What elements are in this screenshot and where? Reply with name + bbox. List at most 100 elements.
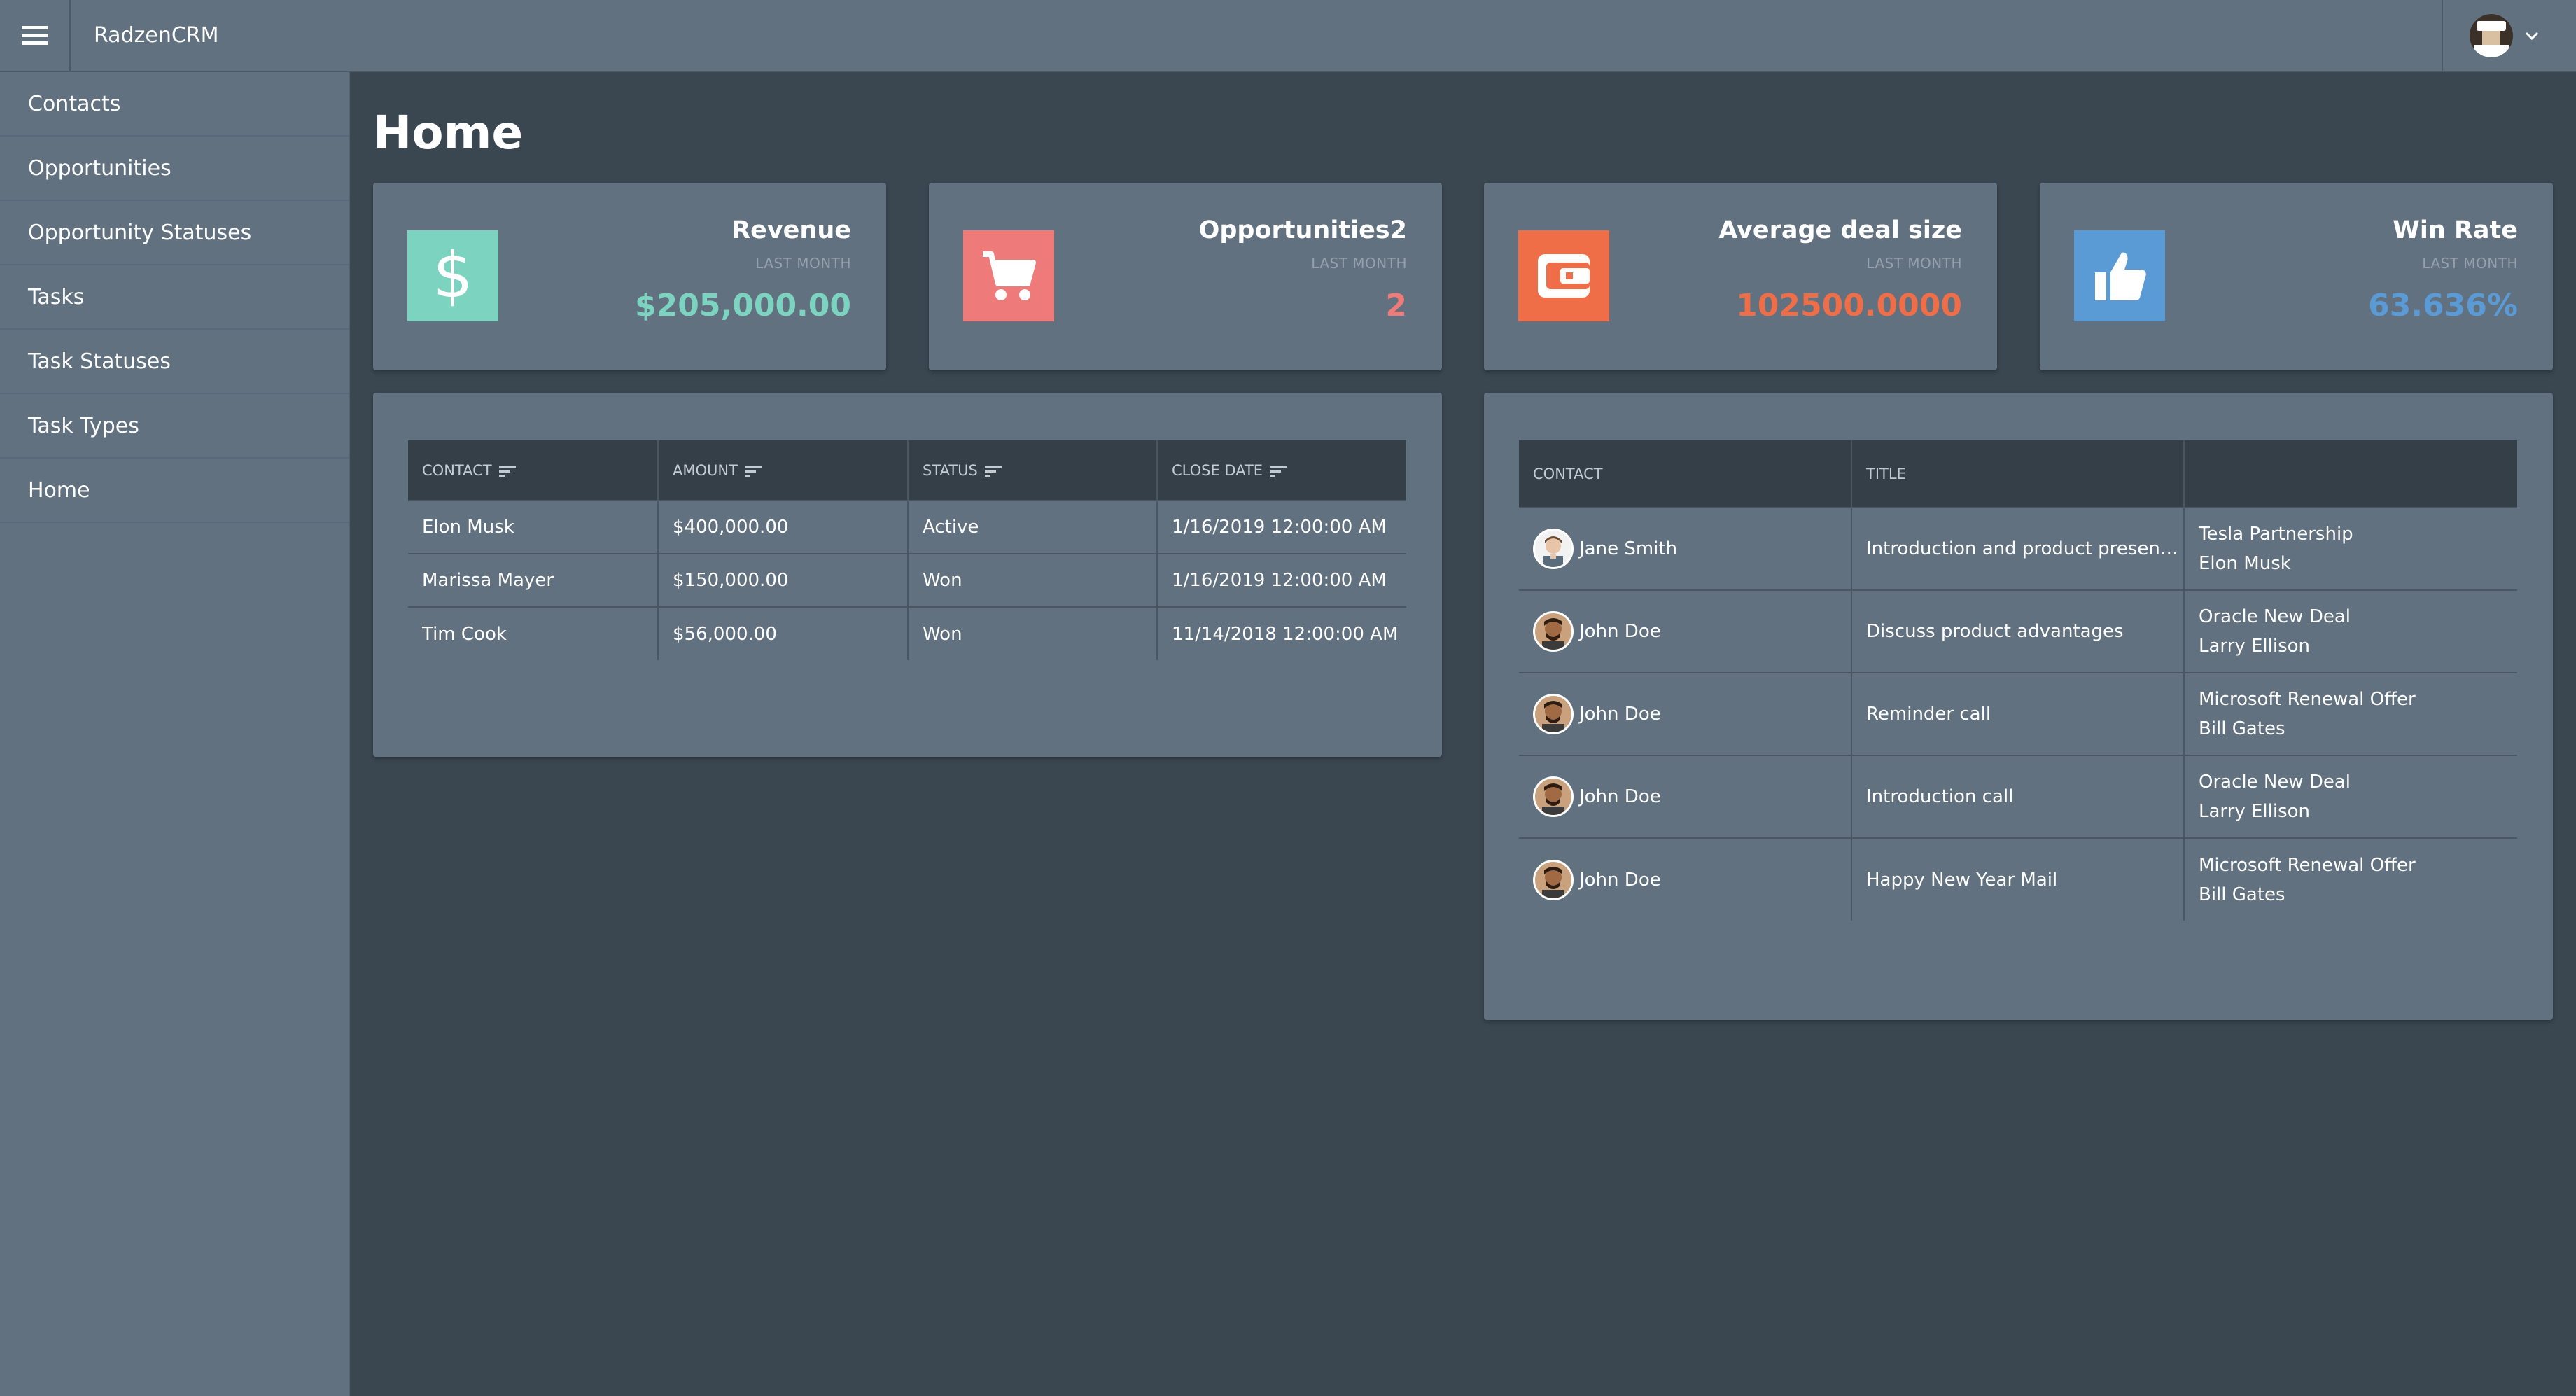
cell-opportunity: Oracle New Deal Larry Ellison <box>2184 755 2517 838</box>
opportunities-card: Opportunities2 LAST MONTH 2 <box>929 183 1442 370</box>
avatar <box>1533 611 1574 652</box>
sidebar-item-task-statuses[interactable]: Task Statuses <box>0 330 349 394</box>
column-header-contact[interactable]: CONTACT <box>1519 440 1852 508</box>
avatar <box>1533 694 1574 734</box>
tasks-table: CONTACT TITLE Jane Smith Introduction an… <box>1519 440 2517 921</box>
dollar-icon: $ <box>407 230 498 321</box>
menu-toggle-button[interactable] <box>0 0 71 71</box>
stat-title: Revenue <box>732 216 851 244</box>
win-rate-card: Win Rate LAST MONTH 63.636% <box>2040 183 2553 370</box>
cell-contact: Tim Cook <box>408 606 659 660</box>
cell-status: Active <box>908 500 1158 554</box>
table-row[interactable]: Elon Musk $400,000.00 Active 1/16/2019 1… <box>408 500 1406 554</box>
table-row[interactable]: John Doe Happy New Year Mail Microsoft R… <box>1519 837 2517 921</box>
column-header-amount[interactable]: AMOUNT <box>658 440 909 501</box>
cell-title: Introduction call <box>1851 755 2185 838</box>
opportunity-name: Tesla Partnership <box>2199 524 2353 545</box>
opportunity-name: Oracle New Deal <box>2199 772 2351 793</box>
opportunity-name: Oracle New Deal <box>2199 606 2351 627</box>
stat-title: Opportunities2 <box>1198 216 1407 244</box>
sidebar-item-home[interactable]: Home <box>0 459 349 523</box>
cell-contact: Jane Smith <box>1519 507 1852 590</box>
avatar <box>1533 859 1574 900</box>
cell-status: Won <box>908 553 1158 607</box>
top-header: RadzenCRM <box>0 0 2576 72</box>
contact-name: Jane Smith <box>1579 538 1678 559</box>
avatar <box>1533 776 1574 817</box>
cell-contact: John Doe <box>1519 837 1852 921</box>
app-title: RadzenCRM <box>94 23 219 48</box>
contact-name: John Doe <box>1579 869 1661 891</box>
customer-name: Bill Gates <box>2199 718 2286 739</box>
column-header-contact[interactable]: CONTACT <box>408 440 659 501</box>
stat-subtitle: LAST MONTH <box>1311 255 1407 272</box>
opportunities-panel: CONTACT AMOUNT STATUS CLOSE DATE Elon Mu… <box>373 393 1442 757</box>
column-header-close-date[interactable]: CLOSE DATE <box>1157 440 1406 501</box>
column-label: STATUS <box>923 461 978 479</box>
cell-opportunity: Tesla Partnership Elon Musk <box>2184 507 2517 590</box>
wallet-icon <box>1518 230 1609 321</box>
cell-status: Won <box>908 606 1158 660</box>
opportunities-table: CONTACT AMOUNT STATUS CLOSE DATE Elon Mu… <box>408 440 1406 660</box>
table-row[interactable]: Tim Cook $56,000.00 Won 11/14/2018 12:00… <box>408 606 1406 660</box>
table-row[interactable]: John Doe Introduction call Oracle New De… <box>1519 755 2517 838</box>
customer-name: Larry Ellison <box>2199 801 2311 822</box>
column-label: CONTACT <box>422 461 492 479</box>
stat-value: 102500.0000 <box>1736 288 1962 323</box>
chevron-down-icon <box>2525 32 2539 41</box>
stat-subtitle: LAST MONTH <box>2422 255 2518 272</box>
cell-title: Introduction and product presenta... <box>1851 507 2185 590</box>
opportunity-name: Microsoft Renewal Offer <box>2199 854 2416 876</box>
cell-close-date: 11/14/2018 12:00:00 AM <box>1157 606 1406 660</box>
sidebar-item-tasks[interactable]: Tasks <box>0 265 349 330</box>
cell-contact: Marissa Mayer <box>408 553 659 607</box>
sort-icon <box>1270 466 1287 477</box>
column-label: AMOUNT <box>673 461 738 479</box>
user-avatar <box>2470 14 2513 57</box>
cell-close-date: 1/16/2019 12:00:00 AM <box>1157 500 1406 554</box>
sort-icon <box>984 466 1002 477</box>
main-content: Home $ Revenue LAST MONTH $205,000.00 Op… <box>350 72 2576 1396</box>
contact-name: John Doe <box>1579 704 1661 725</box>
table-row[interactable]: Jane Smith Introduction and product pres… <box>1519 507 2517 590</box>
sidebar-item-contacts[interactable]: Contacts <box>0 72 349 137</box>
column-header-status[interactable]: STATUS <box>908 440 1158 501</box>
hamburger-icon-line <box>21 34 48 37</box>
svg-text:$: $ <box>433 241 472 311</box>
cell-amount: $400,000.00 <box>658 500 909 554</box>
tasks-panel: CONTACT TITLE Jane Smith Introduction an… <box>1484 393 2553 1020</box>
cell-amount: $56,000.00 <box>658 606 909 660</box>
cell-contact: John Doe <box>1519 755 1852 838</box>
table-row[interactable]: Marissa Mayer $150,000.00 Won 1/16/2019 … <box>408 553 1406 607</box>
cell-opportunity: Microsoft Renewal Offer Bill Gates <box>2184 672 2517 755</box>
column-header-opportunity[interactable] <box>2184 440 2517 508</box>
average-deal-size-card: Average deal size LAST MONTH 102500.0000 <box>1484 183 1997 370</box>
sidebar-item-opportunities[interactable]: Opportunities <box>0 137 349 201</box>
cell-close-date: 1/16/2019 12:00:00 AM <box>1157 553 1406 607</box>
stat-subtitle: LAST MONTH <box>1866 255 1962 272</box>
stat-value: $205,000.00 <box>635 288 851 323</box>
cell-contact: John Doe <box>1519 589 1852 673</box>
cell-contact: John Doe <box>1519 672 1852 755</box>
contact-name: John Doe <box>1579 786 1661 807</box>
stat-value: 63.636% <box>2368 288 2518 323</box>
column-header-title[interactable]: TITLE <box>1851 440 2185 508</box>
hamburger-icon-line <box>21 41 48 45</box>
table-row[interactable]: John Doe Discuss product advantages Orac… <box>1519 589 2517 673</box>
sidebar-item-opportunity-statuses[interactable]: Opportunity Statuses <box>0 201 349 265</box>
cell-title: Reminder call <box>1851 672 2185 755</box>
table-row[interactable]: John Doe Reminder call Microsoft Renewal… <box>1519 672 2517 755</box>
sort-icon <box>744 466 762 477</box>
customer-name: Bill Gates <box>2199 884 2286 905</box>
sidebar-item-task-types[interactable]: Task Types <box>0 394 349 459</box>
hamburger-icon <box>21 26 48 29</box>
revenue-card: $ Revenue LAST MONTH $205,000.00 <box>373 183 886 370</box>
page-title: Home <box>373 106 524 160</box>
opportunity-name: Microsoft Renewal Offer <box>2199 689 2416 710</box>
thumbs-up-icon <box>2074 230 2165 321</box>
profile-menu-button[interactable] <box>2442 0 2576 71</box>
cell-opportunity: Oracle New Deal Larry Ellison <box>2184 589 2517 673</box>
cell-opportunity: Microsoft Renewal Offer Bill Gates <box>2184 837 2517 921</box>
stat-title: Average deal size <box>1718 216 1962 244</box>
sort-icon <box>498 466 516 477</box>
